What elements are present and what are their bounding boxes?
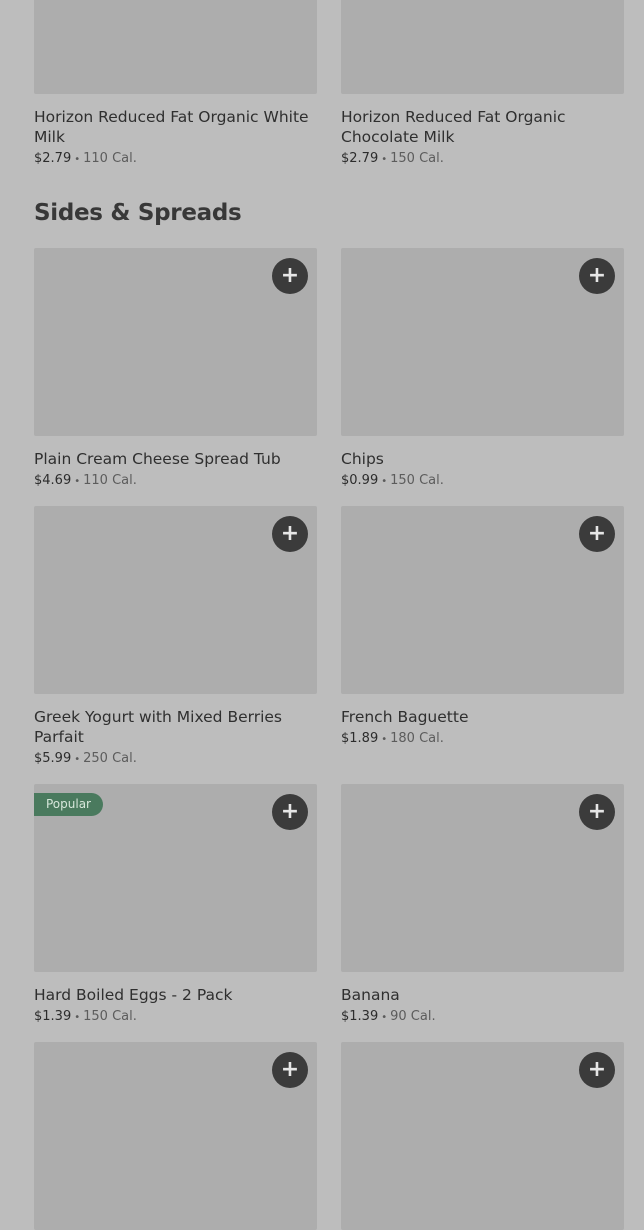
item-calories: 150 Cal.	[83, 1009, 137, 1024]
menu-item-card[interactable]: Horizon Reduced Fat Organic White Milk $…	[34, 0, 317, 170]
menu-item-card[interactable]: Horizon Reduced Fat Organic Chocolate Mi…	[341, 0, 624, 170]
item-name: Horizon Reduced Fat Organic Chocolate Mi…	[341, 108, 566, 146]
add-item-button[interactable]: +	[579, 258, 615, 294]
separator-dot: •	[74, 754, 81, 765]
item-calories: 110 Cal.	[83, 151, 137, 166]
item-name: Hard Boiled Eggs - 2 Pack	[34, 986, 233, 1004]
item-image[interactable]: +	[341, 506, 624, 694]
item-price: $0.99	[341, 473, 379, 488]
item-name: Greek Yogurt with Mixed Berries Parfait	[34, 708, 282, 746]
item-meta: $1.39 • 150 Cal.	[34, 1007, 317, 1028]
item-calories: 110 Cal.	[83, 473, 137, 488]
item-price: $2.79	[341, 151, 379, 166]
item-price: $5.99	[34, 751, 72, 766]
separator-dot: •	[74, 1012, 81, 1023]
add-item-button[interactable]: +	[272, 516, 308, 552]
item-meta: $1.89 • 180 Cal.	[341, 729, 624, 750]
item-price: $4.69	[34, 473, 72, 488]
item-calories: 250 Cal.	[83, 751, 137, 766]
separator-dot: •	[381, 476, 388, 487]
item-price: $1.89	[341, 731, 379, 746]
menu-item-card[interactable]: +	[341, 1042, 624, 1230]
item-calories: 180 Cal.	[390, 731, 444, 746]
item-meta: $2.79 • 150 Cal.	[341, 149, 624, 170]
item-calories: 150 Cal.	[390, 151, 444, 166]
item-calories: 90 Cal.	[390, 1009, 436, 1024]
separator-dot: •	[381, 734, 388, 745]
menu-item-card[interactable]: + Chips $0.99 • 150 Cal.	[341, 248, 624, 492]
item-meta: $0.99 • 150 Cal.	[341, 471, 624, 492]
popular-badge: Popular	[34, 793, 103, 816]
plus-icon: +	[587, 799, 607, 824]
item-image[interactable]: Popular +	[34, 784, 317, 972]
separator-dot: •	[74, 154, 81, 165]
item-name: Plain Cream Cheese Spread Tub	[34, 450, 281, 468]
separator-dot: •	[74, 476, 81, 487]
item-image[interactable]: +	[341, 1042, 624, 1230]
add-item-button[interactable]: +	[579, 794, 615, 830]
plus-icon: +	[587, 263, 607, 288]
plus-icon: +	[280, 521, 300, 546]
menu-item-card[interactable]: + Banana $1.39 • 90 Cal.	[341, 784, 624, 1028]
item-image[interactable]: +	[341, 248, 624, 436]
separator-dot: •	[381, 1012, 388, 1023]
section-title: Sides & Spreads	[34, 200, 242, 226]
menu-item-card[interactable]: + Greek Yogurt with Mixed Berries Parfai…	[34, 506, 317, 770]
menu-item-card[interactable]: +	[34, 1042, 317, 1230]
item-name: Horizon Reduced Fat Organic White Milk	[34, 108, 309, 146]
add-item-button[interactable]: +	[579, 516, 615, 552]
item-price: $2.79	[34, 151, 72, 166]
menu-item-card[interactable]: + French Baguette $1.89 • 180 Cal.	[341, 506, 624, 750]
separator-dot: •	[381, 154, 388, 165]
plus-icon: +	[587, 1057, 607, 1082]
plus-icon: +	[280, 263, 300, 288]
item-name: Banana	[341, 986, 400, 1004]
item-meta: $5.99 • 250 Cal.	[34, 749, 317, 770]
menu-item-card[interactable]: + Plain Cream Cheese Spread Tub $4.69 • 11…	[34, 248, 317, 492]
item-calories: 150 Cal.	[390, 473, 444, 488]
plus-icon: +	[280, 1057, 300, 1082]
item-meta: $4.69 • 110 Cal.	[34, 471, 317, 492]
item-name: French Baguette	[341, 708, 469, 726]
item-image[interactable]: +	[341, 784, 624, 972]
add-item-button[interactable]: +	[272, 1052, 308, 1088]
item-image[interactable]: +	[34, 506, 317, 694]
item-image[interactable]: +	[34, 248, 317, 436]
add-item-button[interactable]: +	[579, 1052, 615, 1088]
item-image[interactable]	[34, 0, 317, 94]
item-price: $1.39	[34, 1009, 72, 1024]
item-meta: $2.79 • 110 Cal.	[34, 149, 317, 170]
menu-page: Horizon Reduced Fat Organic White Milk $…	[0, 0, 644, 1230]
item-price: $1.39	[341, 1009, 379, 1024]
add-item-button[interactable]: +	[272, 258, 308, 294]
item-name: Chips	[341, 450, 384, 468]
plus-icon: +	[587, 521, 607, 546]
add-item-button[interactable]: +	[272, 794, 308, 830]
item-image[interactable]	[341, 0, 624, 94]
menu-item-card[interactable]: Popular + Hard Boiled Eggs - 2 Pack $1.3…	[34, 784, 317, 1028]
plus-icon: +	[280, 799, 300, 824]
item-image[interactable]: +	[34, 1042, 317, 1230]
item-meta: $1.39 • 90 Cal.	[341, 1007, 624, 1028]
